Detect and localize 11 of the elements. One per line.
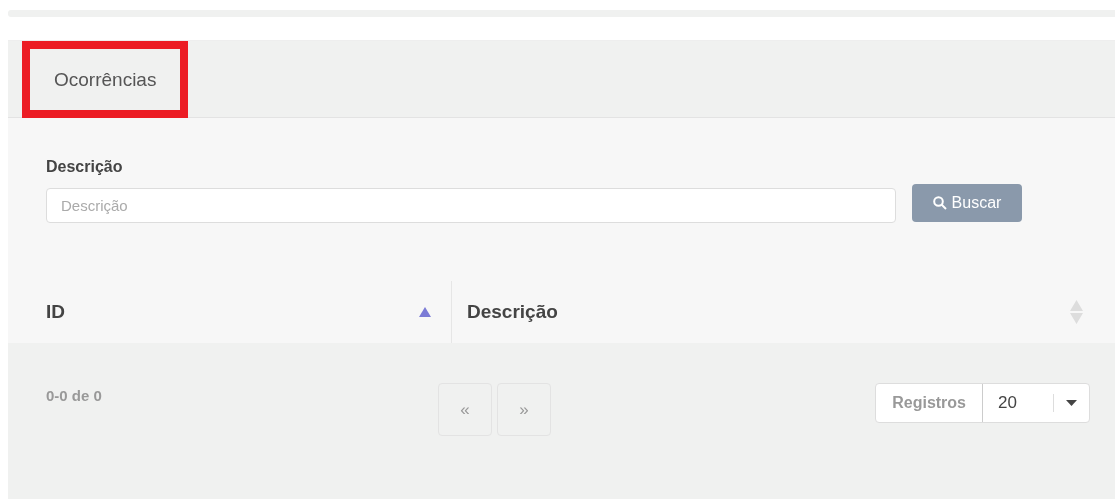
- field-label: Descrição: [46, 158, 124, 176]
- page-size-select[interactable]: 20: [983, 384, 1089, 422]
- column-header[interactable]: Descrição: [467, 301, 558, 323]
- description-field[interactable]: Descrição: [46, 188, 896, 223]
- caret-icon: [1066, 400, 1077, 406]
- page-size-label: Registros: [876, 384, 983, 422]
- search-icon: [932, 195, 947, 210]
- panel-title: Ocorrências: [22, 40, 189, 118]
- sort-up-icon[interactable]: [419, 307, 431, 317]
- record-range: 0-0 de 0: [46, 387, 103, 404]
- column-header[interactable]: ID: [46, 301, 65, 323]
